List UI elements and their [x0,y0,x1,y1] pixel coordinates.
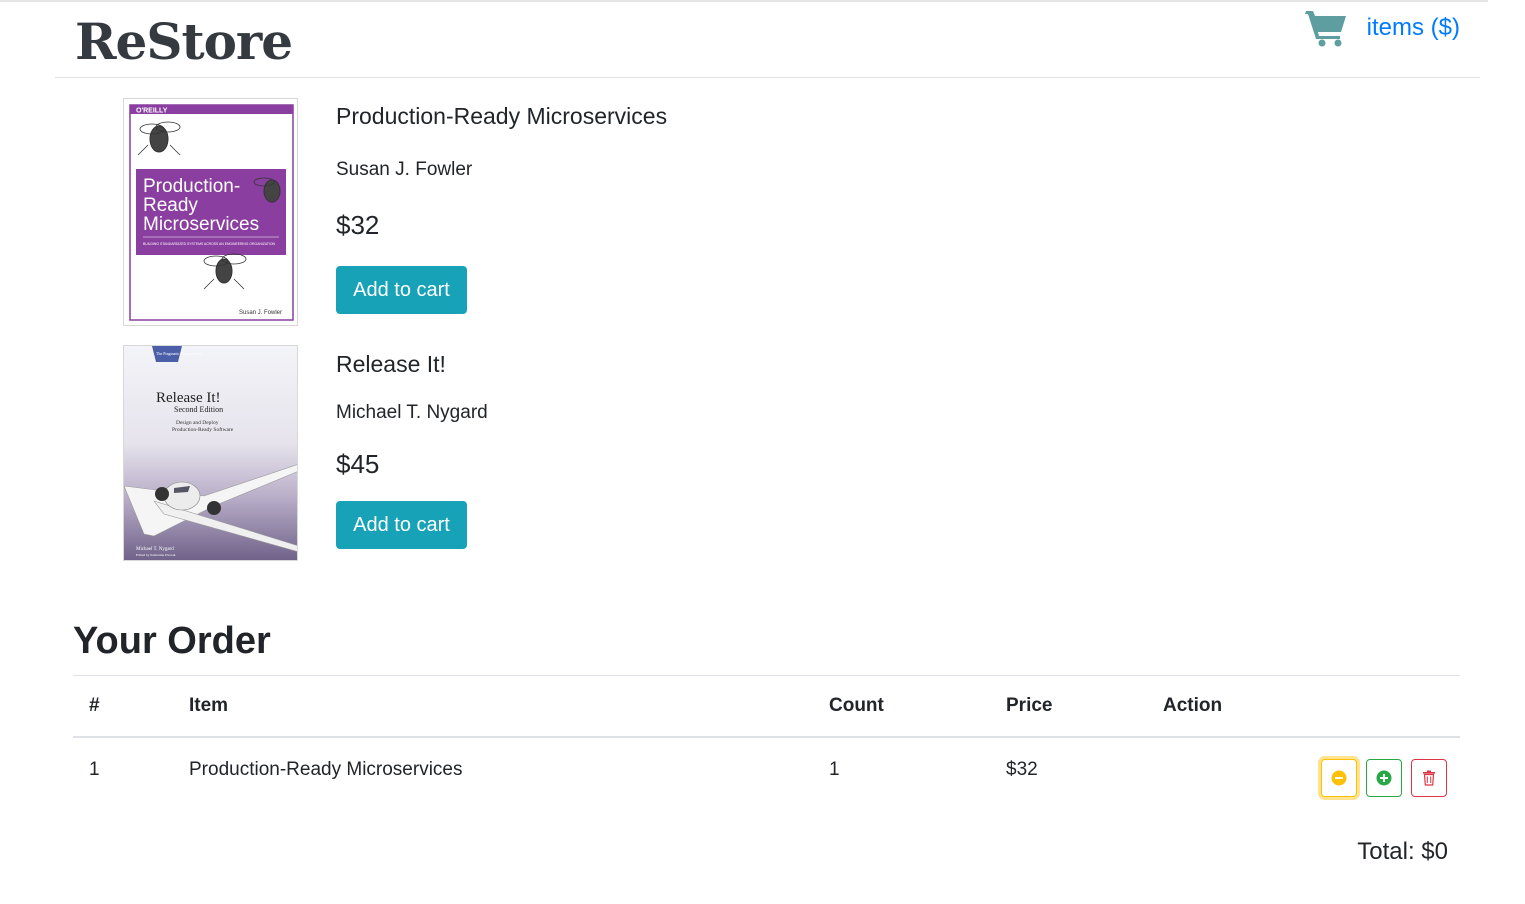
product-price: $45 [336,449,380,479]
row-actions [1321,759,1447,797]
cover-title-line-2: Ready [143,195,198,216]
add-to-cart-button[interactable]: Add to cart [336,501,467,549]
row-price: $32 [1006,758,1038,780]
cart-items-label: items ($) [1366,14,1460,41]
column-header-price: Price [990,676,1147,738]
remove-item-button[interactable] [1411,759,1447,797]
cover-title: Release It! [156,390,221,406]
product-card: The Pragmatic Programmers Release It! Se… [123,345,1423,562]
plus-circle-icon [1376,770,1392,786]
book-cover-image: O'REILLY Production- Ready Microservices… [123,98,298,326]
row-count: 1 [829,758,840,780]
product-title: Release It! [336,351,446,377]
table-header-row: # Item Count Price Action [73,676,1460,738]
column-header-number: # [73,676,173,738]
minus-circle-icon [1331,770,1347,786]
cover-tagline-2: Production-Ready Software [172,426,234,433]
row-number: 1 [89,758,100,780]
product-author: Susan J. Fowler [336,159,473,180]
cover-author: Susan J. Fowler [239,310,282,316]
cover-author: Michael T. Nygard [136,547,174,552]
column-header-action: Action [1147,676,1460,738]
product-title: Production-Ready Microservices [336,103,668,129]
cover-editor: Edited by Katharine Dvorak [136,553,176,557]
table-row: 1 Production-Ready Microservices 1 $32 [73,737,1460,801]
cover-publisher: O'REILLY [136,108,168,115]
decrease-quantity-button[interactable] [1321,759,1357,797]
cover-title-line-1: Production- [143,176,240,197]
cover-title-line-3: Microservices [143,214,259,235]
column-header-item: Item [173,676,813,738]
cart-link[interactable]: items ($) [1304,8,1460,48]
add-to-cart-button[interactable]: Add to cart [336,266,467,314]
cover-publisher: The Pragmatic Programmers [156,351,202,356]
column-header-count: Count [813,676,990,738]
increase-quantity-button[interactable] [1366,759,1402,797]
trash-icon [1423,770,1435,786]
cover-subtitle: BUILDING STANDARDIZED SYSTEMS ACROSS AN … [143,242,275,246]
order-total: Total: $0 [1357,838,1448,865]
cover-tagline-1: Design and Deploy [176,420,219,426]
brand-logo[interactable]: ReStore [75,12,293,71]
product-author: Michael T. Nygard [336,402,488,423]
book-cover-image: The Pragmatic Programmers Release It! Se… [123,345,298,561]
site-header: ReStore items ($) [55,2,1480,78]
order-heading: Your Order [73,620,271,662]
row-item: Production-Ready Microservices [189,758,463,780]
product-price: $32 [336,210,380,240]
product-card: O'REILLY Production- Ready Microservices… [123,98,1423,328]
cover-edition: Second Edition [174,405,223,414]
shopping-cart-icon [1304,11,1346,47]
order-table: # Item Count Price Action 1 Production-R… [73,676,1460,801]
